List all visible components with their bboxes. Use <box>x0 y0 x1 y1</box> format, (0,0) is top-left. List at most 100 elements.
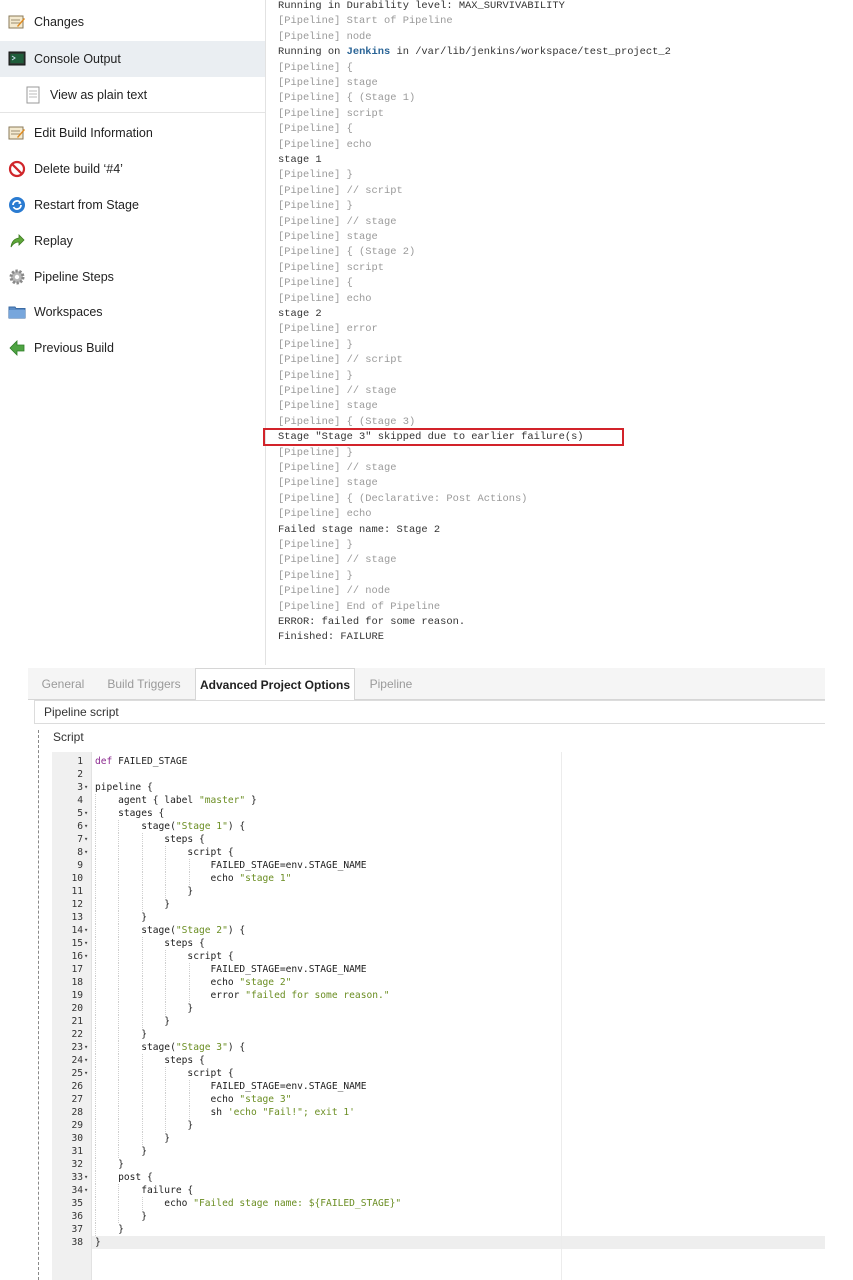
line-number: 13 <box>71 912 83 923</box>
console-line: [Pipeline] { <box>278 277 353 290</box>
code-line[interactable]: } <box>95 1002 193 1015</box>
tab-general[interactable]: General <box>34 668 92 700</box>
sidebar-item-workspaces[interactable]: Workspaces <box>0 294 265 330</box>
line-number: 7 <box>77 834 83 845</box>
script-editor[interactable]: 1 def FAILED_STAGE 2 3 ▾ pipeline {4 agent { … <box>52 752 825 1280</box>
sidebar-item-label: Console Output <box>34 52 121 66</box>
console-line: [Pipeline] stage <box>278 477 378 490</box>
console-line: [Pipeline] // script <box>278 354 403 367</box>
code-line[interactable]: } <box>95 1132 170 1145</box>
code-line[interactable]: stage("Stage 2") { <box>95 924 245 937</box>
code-line[interactable]: } <box>95 1015 170 1028</box>
sidebar-item-console-output[interactable]: Console Output <box>0 41 265 77</box>
console-line: [Pipeline] node <box>278 30 372 43</box>
sidebar-item-edit-build-info[interactable]: Edit Build Information <box>0 115 265 151</box>
line-number: 8 <box>77 847 83 858</box>
fold-toggle-icon[interactable]: ▾ <box>84 937 92 950</box>
line-number: 1 <box>77 756 83 767</box>
code-line[interactable]: script { <box>95 1067 233 1080</box>
code-line[interactable]: stages { <box>95 807 164 820</box>
code-line[interactable]: steps { <box>95 937 204 950</box>
console-line: [Pipeline] // script <box>278 184 403 197</box>
code-line[interactable]: echo "stage 3" <box>95 1093 292 1106</box>
jenkins-node-link[interactable]: Jenkins <box>347 46 391 58</box>
code-line[interactable]: FAILED_STAGE=env.STAGE_NAME <box>95 859 367 872</box>
code-line[interactable]: } <box>95 898 170 911</box>
code-line[interactable]: script { <box>95 950 233 963</box>
fold-toggle-icon[interactable]: ▾ <box>84 1184 92 1197</box>
line-number: 4 <box>77 795 83 806</box>
console-line: [Pipeline] echo <box>278 292 372 305</box>
sidebar-item-pipeline-steps[interactable]: Pipeline Steps <box>0 259 265 295</box>
highlight-annotation-box <box>263 428 624 446</box>
line-number: 29 <box>71 1120 83 1131</box>
code-line[interactable]: } <box>95 1119 193 1132</box>
console-line: [Pipeline] stage <box>278 231 378 243</box>
code-line[interactable]: steps { <box>95 1054 204 1067</box>
line-number: 3 <box>77 782 83 793</box>
fold-toggle-icon[interactable]: ▾ <box>84 1041 92 1054</box>
tab-advanced-project-options[interactable]: Advanced Project Options <box>195 668 355 701</box>
console-line: [Pipeline] } <box>278 569 353 582</box>
fold-toggle-icon[interactable]: ▾ <box>84 833 92 846</box>
console-line: [Pipeline] } <box>278 446 353 459</box>
console-line: [Pipeline] stage <box>278 400 378 413</box>
fold-toggle-icon[interactable]: ▾ <box>84 950 92 963</box>
sidebar-item-changes[interactable]: Changes <box>0 4 265 40</box>
code-line[interactable]: } <box>95 1210 147 1223</box>
code-line[interactable]: def FAILED_STAGE <box>95 755 187 768</box>
code-line[interactable]: sh 'echo "Fail!"; exit 1' <box>95 1106 355 1119</box>
sidebar-item-restart-from-stage[interactable]: Restart from Stage <box>0 187 265 223</box>
code-line[interactable]: echo "stage 2" <box>95 976 292 989</box>
fold-toggle-icon[interactable]: ▾ <box>84 1067 92 1080</box>
console-line: [Pipeline] End of Pipeline <box>278 600 441 613</box>
fold-toggle-icon[interactable]: ▾ <box>84 807 92 820</box>
code-line[interactable]: error "failed for some reason." <box>95 989 390 1002</box>
line-number: 28 <box>71 1107 83 1118</box>
fold-toggle-icon[interactable]: ▾ <box>84 846 92 859</box>
console-line: [Pipeline] // stage <box>278 462 397 474</box>
code-line[interactable]: post { <box>95 1171 153 1184</box>
code-line[interactable]: } <box>95 1028 147 1041</box>
tab-build-triggers[interactable]: Build Triggers <box>102 668 186 700</box>
code-line[interactable]: echo "stage 1" <box>95 872 292 885</box>
code-line[interactable]: FAILED_STAGE=env.STAGE_NAME <box>95 963 367 976</box>
code-line[interactable]: echo "Failed stage name: ${FAILED_STAGE}… <box>95 1197 401 1210</box>
code-line[interactable]: } <box>95 1158 124 1171</box>
code-line[interactable]: steps { <box>95 833 204 846</box>
fold-toggle-icon[interactable]: ▾ <box>84 924 92 937</box>
sidebar-item-view-plain-text[interactable]: View as plain text <box>0 77 265 113</box>
fold-toggle-icon[interactable]: ▾ <box>84 1054 92 1067</box>
line-number: 36 <box>71 1211 83 1222</box>
tab-pipeline[interactable]: Pipeline <box>362 668 420 700</box>
code-line[interactable]: failure { <box>95 1184 193 1197</box>
code-line[interactable]: pipeline { <box>95 781 153 794</box>
console-line: [Pipeline] } <box>278 338 353 351</box>
sidebar-item-previous-build[interactable]: Previous Build <box>0 330 265 366</box>
console-line: [Pipeline] } <box>278 200 353 213</box>
code-line[interactable]: } <box>95 1145 147 1158</box>
sidebar-item-replay[interactable]: Replay <box>0 223 265 259</box>
code-line[interactable]: script { <box>95 846 233 859</box>
fold-toggle-icon[interactable]: ▾ <box>84 781 92 794</box>
sidebar-item-delete-build[interactable]: Delete build ‘#4’ <box>0 151 265 187</box>
code-line[interactable]: FAILED_STAGE=env.STAGE_NAME <box>95 1080 367 1093</box>
code-line[interactable]: stage("Stage 3") { <box>95 1041 245 1054</box>
code-line[interactable]: } <box>95 1236 101 1249</box>
code-line[interactable]: agent { label "master" } <box>95 794 257 807</box>
section-header: Pipeline script <box>34 700 825 724</box>
fold-toggle-icon[interactable]: ▾ <box>84 1171 92 1184</box>
script-label: Script <box>53 730 84 744</box>
code-line[interactable]: } <box>95 885 193 898</box>
code-line[interactable]: } <box>95 1223 124 1236</box>
code-line[interactable]: stage("Stage 1") { <box>95 820 245 833</box>
document-icon <box>24 86 42 104</box>
code-line[interactable]: } <box>95 911 147 924</box>
line-number: 38 <box>71 1237 83 1248</box>
sidebar-item-label: Previous Build <box>34 341 114 355</box>
console-line: ERROR: failed for some reason. <box>278 616 466 628</box>
line-number: 11 <box>71 886 83 897</box>
console-line: stage 2 <box>278 308 322 320</box>
line-number: 23 <box>71 1042 83 1053</box>
fold-toggle-icon[interactable]: ▾ <box>84 820 92 833</box>
